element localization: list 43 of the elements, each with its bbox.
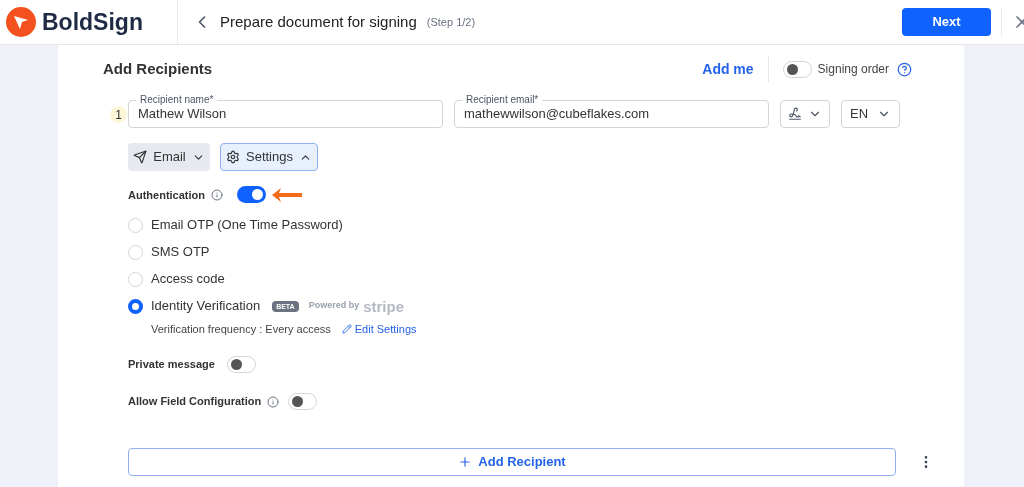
pencil-icon (341, 324, 352, 335)
option-label: Access code (151, 270, 225, 289)
field-label: Recipient email* (462, 93, 543, 107)
language-dropdown[interactable]: EN (841, 100, 900, 128)
signer-type-dropdown[interactable] (780, 100, 830, 128)
field-configuration-toggle[interactable] (288, 392, 318, 410)
logo-icon (6, 7, 36, 37)
radio-button[interactable] (128, 298, 143, 314)
gear-icon (226, 150, 240, 164)
option-label: SMS OTP (151, 243, 210, 262)
recipient-number: 1 (110, 106, 127, 123)
private-message-label: Private message (128, 356, 215, 372)
help-icon[interactable] (897, 61, 912, 77)
field-value: Mathew Wilson (138, 105, 227, 124)
info-icon[interactable] (211, 189, 223, 201)
field-value: mathewwilson@cubeflakes.com (464, 105, 650, 124)
signing-order-label: Signing order (817, 61, 889, 78)
powered-by-label: Powered by (308, 299, 360, 313)
authentication-label: Authentication (128, 187, 205, 203)
info-icon[interactable] (267, 395, 280, 408)
arrow-icon (272, 188, 302, 202)
signing-order-toggle[interactable] (782, 60, 812, 78)
authentication-toggle[interactable] (237, 186, 266, 203)
field-configuration-label: Allow Field Configuration (128, 394, 262, 410)
add-recipient-button[interactable]: Add Recipient (128, 447, 896, 476)
settings-dropdown[interactable]: Settings (220, 143, 318, 171)
plus-icon (458, 454, 473, 469)
logo-text: BoldSign (42, 7, 143, 37)
option-label: Identity Verification (151, 297, 261, 316)
edit-settings-link[interactable]: Edit Settings (341, 321, 417, 338)
field-label: Recipient name* (136, 93, 218, 107)
send-icon (133, 150, 148, 164)
page-title: Prepare document for signing (220, 11, 417, 32)
email-dropdown[interactable]: Email (128, 143, 210, 171)
provider-logo: stripe (363, 298, 405, 314)
next-button[interactable]: Next (902, 8, 991, 36)
option-label: Email OTP (One Time Password) (151, 216, 343, 235)
signature-icon (788, 107, 802, 121)
step-label: (Step 1/2) (426, 14, 476, 30)
add-me-link[interactable]: Add me (702, 58, 754, 80)
section-title: Add Recipients (103, 58, 213, 79)
private-message-toggle[interactable] (226, 355, 256, 373)
verification-frequency: Verification frequency : Every access (151, 322, 331, 337)
